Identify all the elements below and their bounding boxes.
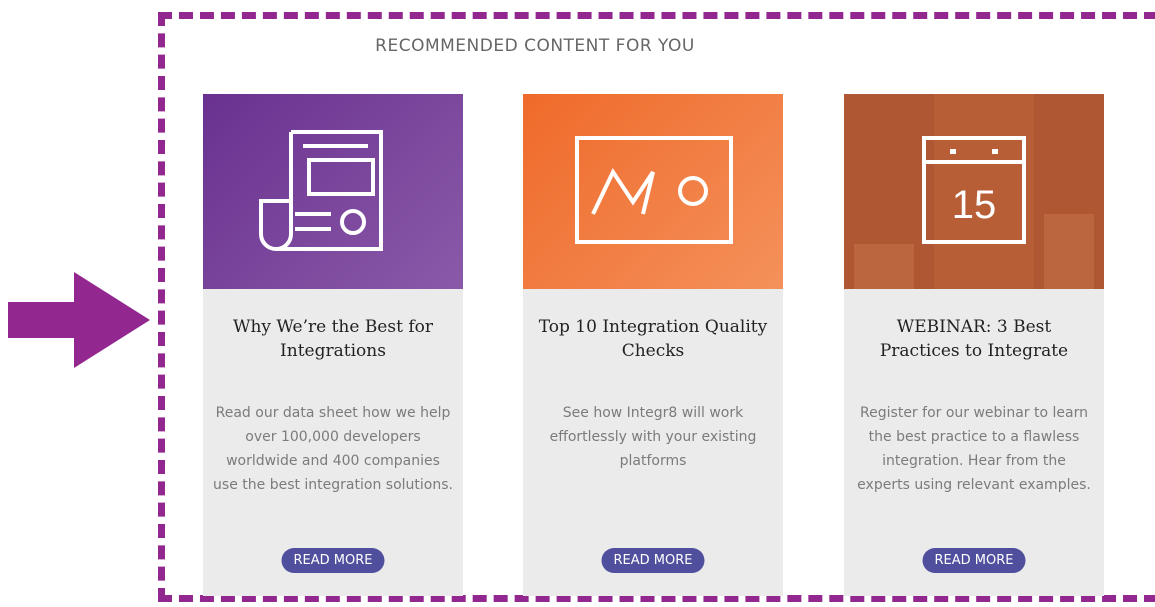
card-thumbnail <box>203 94 463 289</box>
card-title: WEBINAR: 3 Best Practices to Integrate <box>879 317 1069 361</box>
section-title: RECOMMENDED CONTENT FOR YOU <box>375 36 695 56</box>
read-more-button[interactable]: READ MORE <box>922 548 1026 573</box>
pointer-arrow-icon <box>8 272 150 368</box>
read-more-button[interactable]: READ MORE <box>281 548 385 573</box>
content-card: Top 10 Integration Quality Checks See ho… <box>523 94 783 596</box>
content-card: Why We’re the Best for Integrations Read… <box>203 94 463 596</box>
presentation-icon <box>575 136 733 244</box>
calendar-day-text: 15 <box>952 183 997 227</box>
card-title: Top 10 Integration Quality Checks <box>538 317 768 361</box>
calendar-icon: 15 <box>844 94 1104 289</box>
card-thumbnail: 15 <box>844 94 1104 289</box>
card-title: Why We’re the Best for Integrations <box>233 317 433 361</box>
card-description: Read our data sheet how we help over 100… <box>213 405 453 493</box>
read-more-button[interactable]: READ MORE <box>601 548 705 573</box>
card-thumbnail <box>523 94 783 289</box>
document-icon <box>259 130 383 251</box>
card-description: Register for our webinar to learn the be… <box>857 405 1091 493</box>
content-card: 15 WEBINAR: 3 Best Practices to Integrat… <box>844 94 1104 596</box>
card-description: See how Integr8 will work effortlessly w… <box>549 405 757 469</box>
